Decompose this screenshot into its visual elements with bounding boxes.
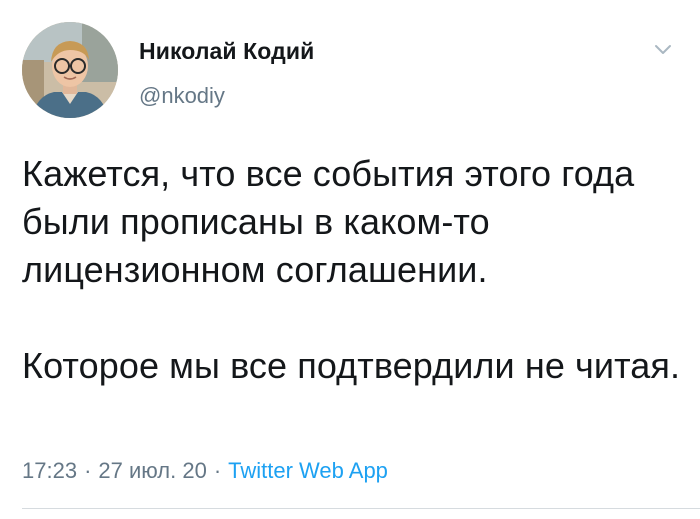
author-handle[interactable]: @nkodiy [139, 83, 225, 109]
tweet-date[interactable]: 27 июл. 20 [98, 458, 206, 483]
divider [22, 508, 700, 509]
user-photo-icon [22, 22, 118, 118]
tweet-source-link[interactable]: Twitter Web App [228, 458, 388, 483]
meta-separator: · [84, 458, 92, 483]
tweet-text: Кажется, что все события этого года были… [22, 153, 681, 386]
tweet-meta: 17:23 · 27 июл. 20 · Twitter Web App [22, 458, 388, 484]
author-name[interactable]: Николай Кодий [139, 38, 314, 65]
tweet-card: Николай Кодий @nkodiy Кажется, что все с… [0, 0, 700, 519]
meta-separator: · [213, 458, 222, 483]
tweet-time[interactable]: 17:23 [22, 458, 77, 483]
avatar[interactable] [22, 22, 118, 118]
chevron-down-icon[interactable] [651, 38, 675, 62]
